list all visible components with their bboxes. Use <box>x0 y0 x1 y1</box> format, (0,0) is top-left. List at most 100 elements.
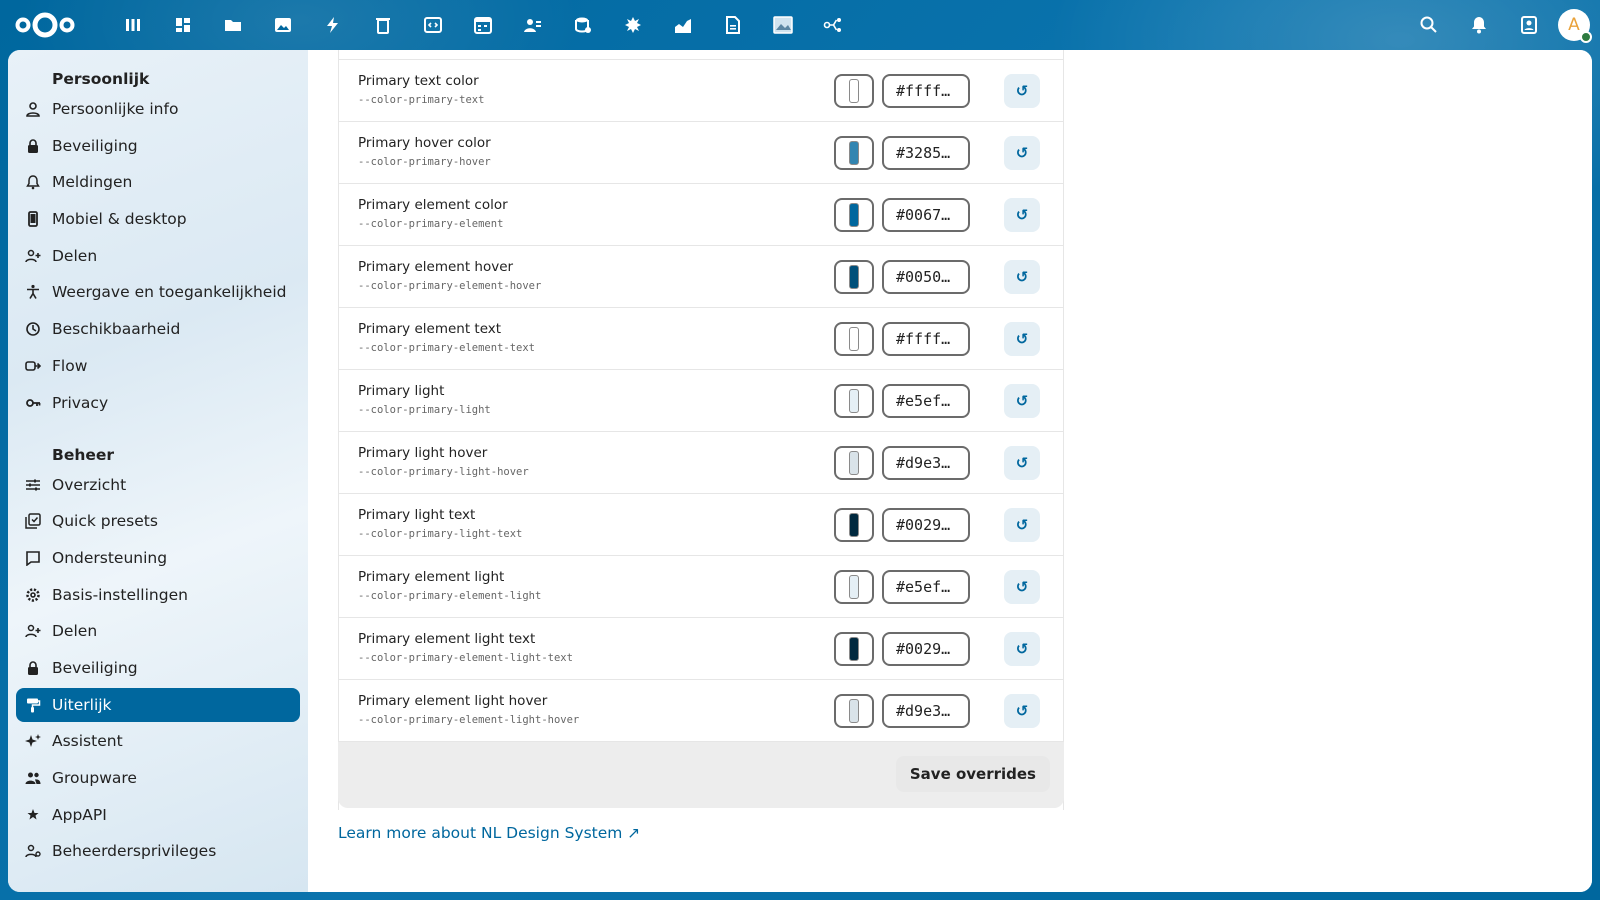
color-picker-button[interactable] <box>834 384 874 418</box>
grid-icon[interactable] <box>158 0 208 50</box>
sidebar-item-basis-instellingen[interactable]: Basis-instellingen <box>16 578 300 612</box>
color-picker-button[interactable] <box>834 198 874 232</box>
sidebar-item-beveiliging[interactable]: Beveiliging <box>16 651 300 685</box>
color-title: Primary element color <box>358 197 508 213</box>
color-picker-button[interactable] <box>834 632 874 666</box>
sidebar-item-beheerdersprivileges[interactable]: Beheerdersprivileges <box>16 834 300 868</box>
sidebar-item-overzicht[interactable]: Overzicht <box>16 468 300 502</box>
search-icon[interactable] <box>1404 0 1454 50</box>
hex-color-input[interactable]: #ffff… <box>882 74 970 108</box>
color-swatch <box>849 79 859 103</box>
color-row: Primary text color --color-primary-text #f… <box>338 60 1064 122</box>
code-icon[interactable] <box>408 0 458 50</box>
color-title: Primary text color <box>358 73 479 89</box>
document-icon[interactable] <box>708 0 758 50</box>
hex-color-input[interactable]: #3285… <box>882 136 970 170</box>
hex-color-input[interactable]: #0067… <box>882 198 970 232</box>
contacts-menu-icon[interactable] <box>1504 0 1554 50</box>
color-picker-button[interactable] <box>834 322 874 356</box>
sidebar-item-weergave-en-toegankelijkheid[interactable]: Weergave en toegankelijkheid <box>16 275 300 309</box>
hex-color-input[interactable]: #0050… <box>882 260 970 294</box>
reset-icon: ↺ <box>1015 82 1029 100</box>
reset-button[interactable]: ↺ <box>1004 136 1040 170</box>
sidebar-item-quick-presets[interactable]: Quick presets <box>16 504 300 538</box>
sidebar-item-uiterlijk[interactable]: Uiterlijk <box>16 687 300 722</box>
reset-button[interactable]: ↺ <box>1004 632 1040 666</box>
color-title: Primary element light <box>358 569 505 585</box>
flow-icon[interactable] <box>808 0 858 50</box>
reset-button[interactable]: ↺ <box>1004 508 1040 542</box>
folder-icon[interactable] <box>208 0 258 50</box>
sidebar-item-meldingen[interactable]: Meldingen <box>16 165 300 199</box>
reset-button[interactable]: ↺ <box>1004 694 1040 728</box>
sidebar-item-flow[interactable]: Flow <box>16 349 300 383</box>
picture-icon[interactable] <box>758 0 808 50</box>
color-row: Primary element light text --color-primar… <box>338 618 1064 680</box>
image-icon[interactable] <box>258 0 308 50</box>
color-picker-button[interactable] <box>834 570 874 604</box>
hex-color-input[interactable]: #e5ef… <box>882 570 970 604</box>
hex-color-input[interactable]: #d9e3… <box>882 694 970 728</box>
status-indicator <box>1580 31 1592 43</box>
color-title: Primary light hover <box>358 445 488 461</box>
color-picker-button[interactable] <box>834 446 874 480</box>
reset-button[interactable]: ↺ <box>1004 260 1040 294</box>
share-icon <box>24 247 42 265</box>
color-picker-button[interactable] <box>834 508 874 542</box>
hex-color-input[interactable]: #e5ef… <box>882 384 970 418</box>
sidebar-item-beveiliging[interactable]: Beveiliging <box>16 129 300 163</box>
sidebar-item-label: Assistent <box>52 732 123 751</box>
lock-icon <box>24 137 42 155</box>
save-overrides-button[interactable]: Save overrides <box>895 756 1050 792</box>
hex-color-input[interactable]: #ffff… <box>882 322 970 356</box>
sidebar-item-ondersteuning[interactable]: Ondersteuning <box>16 541 300 575</box>
sidebar-item-label: Mobiel & desktop <box>52 210 187 229</box>
reset-icon: ↺ <box>1015 454 1029 472</box>
reset-button[interactable]: ↺ <box>1004 198 1040 232</box>
sidebar-item-appapi[interactable]: AppAPI <box>16 798 300 832</box>
hex-color-input[interactable]: #0029… <box>882 632 970 666</box>
sidebar-item-label: Beschikbaarheid <box>52 320 181 339</box>
avatar[interactable]: A <box>1558 9 1592 43</box>
trash-icon[interactable] <box>358 0 408 50</box>
hex-color-input[interactable]: #0029… <box>882 508 970 542</box>
sidebar-item-delen[interactable]: Delen <box>16 614 300 648</box>
chart-icon[interactable] <box>658 0 708 50</box>
reset-button[interactable]: ↺ <box>1004 570 1040 604</box>
color-picker-button[interactable] <box>834 260 874 294</box>
sidebar-item-privacy[interactable]: Privacy <box>16 386 300 420</box>
color-picker-button[interactable] <box>834 694 874 728</box>
color-picker-button[interactable] <box>834 74 874 108</box>
reset-button[interactable]: ↺ <box>1004 74 1040 108</box>
css-variable-name: --color-primary-element-light-text <box>358 652 573 664</box>
bell-icon[interactable] <box>1454 0 1504 50</box>
sidebar-item-assistent[interactable]: Assistent <box>16 724 300 758</box>
panel-footer: Save overrides <box>338 742 1064 808</box>
contacts-icon[interactable] <box>508 0 558 50</box>
tools-icon[interactable] <box>608 0 658 50</box>
learn-more-link[interactable]: Learn more about NL Design System ↗ <box>338 824 640 842</box>
database-icon[interactable] <box>558 0 608 50</box>
reset-button[interactable]: ↺ <box>1004 446 1040 480</box>
nextcloud-logo[interactable] <box>14 10 76 40</box>
api-icon <box>24 806 42 824</box>
hex-color-input[interactable]: #d9e3… <box>882 446 970 480</box>
color-title: Primary element text <box>358 321 502 337</box>
color-picker-button[interactable] <box>834 136 874 170</box>
calendar-icon[interactable] <box>458 0 508 50</box>
sidebar-item-beschikbaarheid[interactable]: Beschikbaarheid <box>16 312 300 346</box>
sparkle-icon <box>24 732 42 750</box>
content-area: Primary text color --color-primary-text #f… <box>308 50 1592 892</box>
sidebar-item-groupware[interactable]: Groupware <box>16 761 300 795</box>
sidebar-item-persoonlijke-info[interactable]: Persoonlijke info <box>16 92 300 126</box>
sidebar-item-mobiel-desktop[interactable]: Mobiel & desktop <box>16 202 300 236</box>
reset-button[interactable]: ↺ <box>1004 384 1040 418</box>
dashboard-icon[interactable] <box>108 0 158 50</box>
sidebar-item-label: Beheerdersprivileges <box>52 842 217 861</box>
accessibility-icon <box>24 283 42 301</box>
bolt-icon[interactable] <box>308 0 358 50</box>
color-swatch <box>849 141 859 165</box>
sidebar-item-delen[interactable]: Delen <box>16 239 300 273</box>
reset-button[interactable]: ↺ <box>1004 322 1040 356</box>
color-title: Primary light text <box>358 507 476 523</box>
